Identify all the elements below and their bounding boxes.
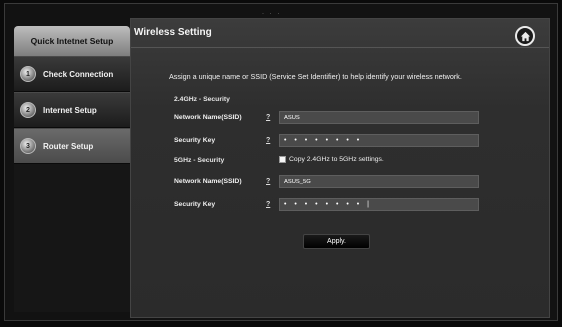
home-button[interactable] xyxy=(515,26,535,46)
ssid-5-label: Network Name(SSID) xyxy=(174,178,242,185)
wireless-setting-panel: Wireless Setting Assign a unique name or… xyxy=(130,18,550,318)
home-icon xyxy=(520,31,530,41)
sidebar: Quick Intetnet Setup 1 Check Connection … xyxy=(14,26,139,318)
help-icon[interactable]: ? xyxy=(266,114,270,121)
section-24ghz: 2.4GHz - Security xyxy=(174,96,230,103)
key-24-input[interactable]: • • • • • • • • xyxy=(279,134,479,147)
copy-settings-row[interactable]: Copy 2.4GHz to 5GHz settings. xyxy=(279,156,384,163)
sidebar-header: Quick Intetnet Setup xyxy=(14,26,130,56)
page-title: Wireless Setting xyxy=(134,27,212,38)
key-24-label: Security Key xyxy=(174,137,216,144)
sidebar-item-label: Check Connection xyxy=(43,69,114,79)
copy-settings-label: Copy 2.4GHz to 5GHz settings. xyxy=(289,156,384,163)
sidebar-item-label: Router Setup xyxy=(43,141,94,151)
sidebar-item-internet-setup[interactable]: 2 Internet Setup xyxy=(14,92,130,128)
ssid-5-input[interactable] xyxy=(279,175,479,188)
copy-settings-checkbox[interactable] xyxy=(279,156,286,163)
key-5-input[interactable]: • • • • • • • • | xyxy=(279,198,479,211)
section-5ghz: 5GHz - Security xyxy=(174,157,225,164)
help-icon[interactable]: ? xyxy=(266,137,270,144)
sidebar-item-label: Internet Setup xyxy=(43,105,97,115)
help-icon[interactable]: ? xyxy=(266,178,270,185)
title-divider xyxy=(131,47,549,48)
sidebar-fill xyxy=(14,164,130,312)
top-indicator: · · · xyxy=(262,11,282,17)
step-1-icon: 1 xyxy=(20,66,36,82)
step-2-icon: 2 xyxy=(20,102,36,118)
ssid-24-label: Network Name(SSID) xyxy=(174,114,242,121)
step-3-icon: 3 xyxy=(20,138,36,154)
help-icon[interactable]: ? xyxy=(266,201,270,208)
sidebar-item-router-setup[interactable]: 3 Router Setup xyxy=(14,128,139,164)
sidebar-item-check-connection[interactable]: 1 Check Connection xyxy=(14,56,130,92)
intro-text: Assign a unique name or SSID (Service Se… xyxy=(169,72,462,81)
key-5-label: Security Key xyxy=(174,201,216,208)
ssid-24-input[interactable] xyxy=(279,111,479,124)
apply-button[interactable]: Apply. xyxy=(303,234,370,249)
